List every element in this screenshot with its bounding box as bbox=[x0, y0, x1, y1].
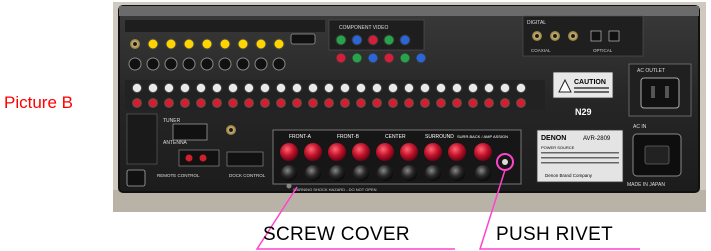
push-rivet-callout: PUSH RIVET bbox=[496, 224, 614, 245]
callout-pointers bbox=[255, 169, 640, 250]
screw-cover-callout: SCREW COVER bbox=[263, 224, 410, 245]
